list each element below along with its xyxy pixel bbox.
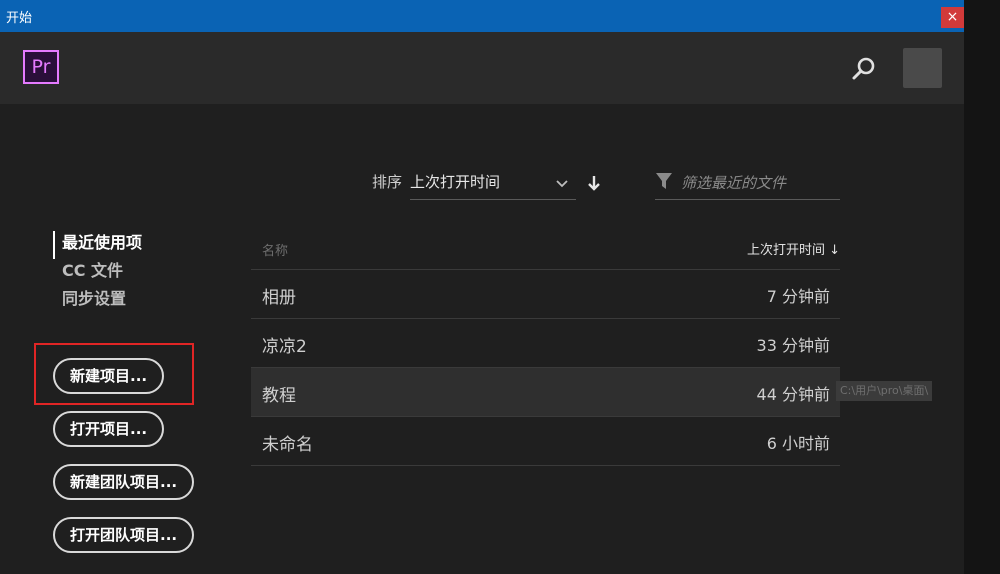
file-name: 凉凉2 [262,337,307,357]
sort-direction-arrow-icon[interactable] [586,173,602,193]
file-name: 相册 [262,288,296,308]
file-time: 7 分钟前 [766,287,830,306]
file-time: 33 分钟前 [756,336,830,355]
table-row[interactable]: 教程 44 分钟前 [251,368,840,417]
file-time: 6 小时前 [766,434,830,453]
filter-funnel-icon [656,173,672,189]
sort-bar: 排序 上次打开时间 [0,168,964,200]
table-row[interactable]: 相册 7 分钟前 [251,270,840,319]
open-team-project-button[interactable]: 打开团队项目... [53,517,195,553]
title-bar: 开始 × [0,0,964,32]
file-time: 44 分钟前 [756,385,830,404]
table-row[interactable]: 凉凉2 33 分钟前 [251,319,840,368]
filter-input[interactable] [681,171,836,195]
background-strip [964,0,1000,574]
chevron-down-icon [556,180,568,188]
recent-files-table: 名称 上次打开时间 ↓ 相册 7 分钟前 凉凉2 33 分钟前 教程 44 分钟… [251,231,840,466]
app-header: Pr [0,32,964,104]
red-highlight-box [34,343,194,405]
file-name: 教程 [262,386,296,406]
nav-item-cc-files[interactable]: CC 文件 [53,259,142,287]
new-team-project-button[interactable]: 新建团队项目... [53,464,195,500]
open-project-button[interactable]: 打开项目... [53,411,165,447]
column-header-last-opened[interactable]: 上次打开时间 ↓ [747,239,840,258]
sort-dropdown-value: 上次打开时间 [410,173,501,191]
window-title: 开始 [6,11,33,26]
avatar[interactable] [903,48,942,88]
column-header-name[interactable]: 名称 [262,240,288,259]
premiere-logo: Pr [23,50,59,84]
start-window: 开始 × Pr 排序 上次打开时间 最近使用项 CC [0,0,964,574]
nav-item-recent[interactable]: 最近使用项 [53,231,142,259]
left-nav: 最近使用项 CC 文件 同步设置 [53,231,142,315]
sort-label: 排序 [372,173,403,191]
sort-dropdown[interactable]: 上次打开时间 [410,168,576,200]
close-button[interactable]: × [941,7,964,28]
nav-item-sync-settings[interactable]: 同步设置 [53,287,142,315]
table-header: 名称 上次打开时间 ↓ [251,231,840,270]
search-icon[interactable] [851,56,877,82]
path-tooltip: C:\用户\pro\桌面\ [836,381,933,401]
file-name: 未命名 [262,435,313,455]
table-row[interactable]: 未命名 6 小时前 [251,417,840,466]
filter-field[interactable] [655,168,840,200]
